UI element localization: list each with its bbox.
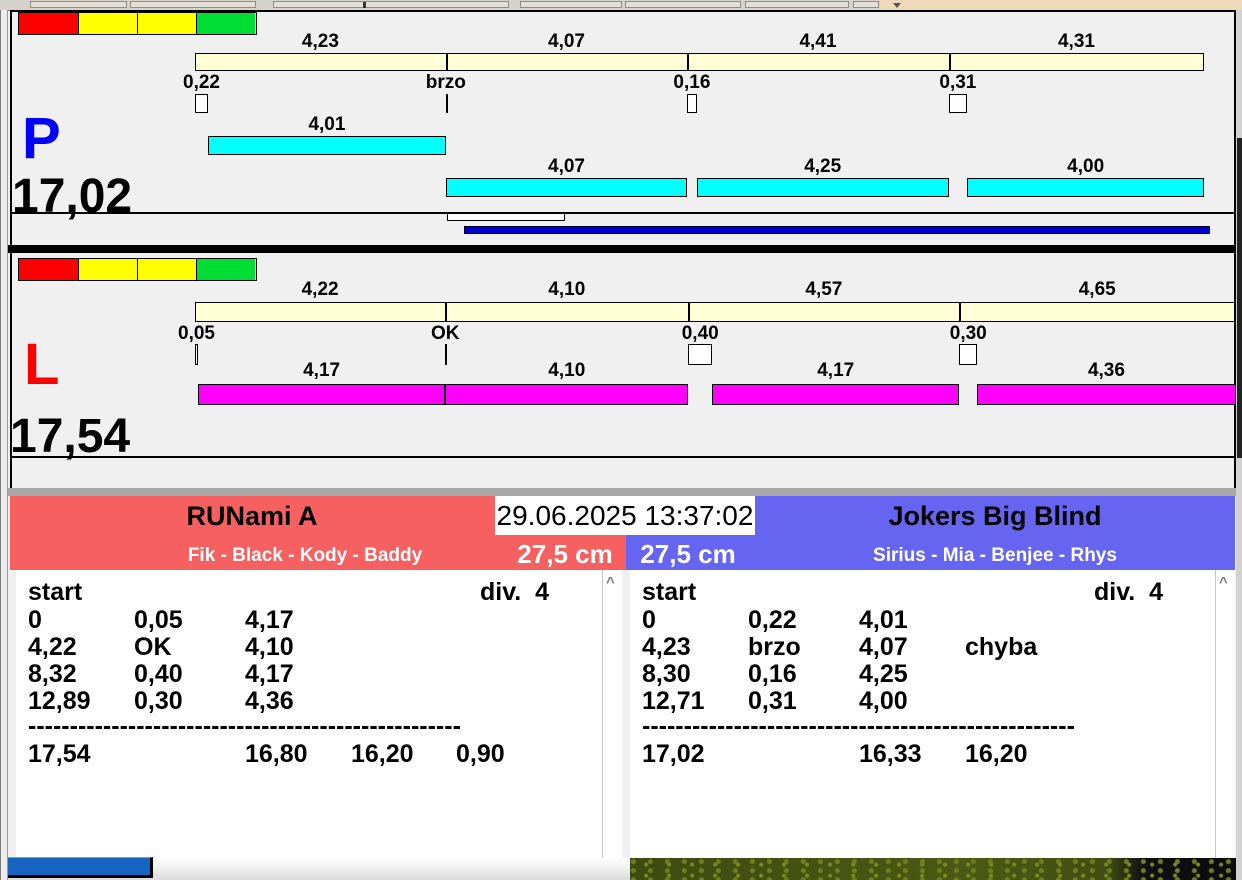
table-header-start: start xyxy=(28,578,83,606)
table-header-division: div. 4 xyxy=(1094,578,1164,606)
panel-divider-line-p xyxy=(10,212,1236,214)
start-light-yellow xyxy=(137,259,196,280)
start-light-green xyxy=(196,13,255,34)
table-cell: 0,16 xyxy=(748,660,797,688)
table-header-start: start xyxy=(642,578,697,606)
table-cell: 0,22 xyxy=(748,606,797,634)
background-button-fragment xyxy=(2,857,153,878)
table-total: 16,20 xyxy=(965,740,1028,768)
toolbar-glyph xyxy=(363,2,366,8)
lane-panel-p xyxy=(10,10,1236,245)
table-header-division: div. 4 xyxy=(480,578,550,606)
table-separator: ----------------------------------------… xyxy=(642,712,1075,740)
table-cell: 4,23 xyxy=(642,633,691,661)
team-dogs-right: Sirius - Mia - Benjee - Rhys xyxy=(873,545,1117,566)
toolbar-segment[interactable] xyxy=(625,1,741,8)
table-cell: 4,01 xyxy=(859,606,908,634)
team-name-left: RUNami A xyxy=(186,501,318,531)
table-cell: 0,40 xyxy=(134,660,183,688)
toolbar-segment[interactable] xyxy=(30,1,127,8)
table-cell: 4,10 xyxy=(245,633,294,661)
start-light-yellow xyxy=(137,13,196,34)
lane-total-l: 17,54 xyxy=(10,410,131,463)
table-cell: OK xyxy=(134,633,172,661)
table-cell: 0 xyxy=(642,606,656,634)
table-total: 0,90 xyxy=(456,740,505,768)
table-cell: 0 xyxy=(28,606,42,634)
window-frame-left xyxy=(0,10,8,880)
table-cell: 0,05 xyxy=(134,606,183,634)
result-table-right: start div. 4 0 0,22 4,01 4,23 brzo 4,07 chyba 8,3… xyxy=(630,570,1235,858)
jump-height-left: 27,5 cm xyxy=(517,539,613,569)
start-light-red xyxy=(19,259,78,280)
app-window: 4,23 0,22 4,01 4,07 brzo 4,07 4,41 0,16 4,25 4,31… xyxy=(0,0,1242,880)
progress-bar xyxy=(464,226,1210,234)
table-cell: 8,32 xyxy=(28,660,77,688)
scrollbar-divider xyxy=(602,570,603,858)
lane-letter-p: P xyxy=(22,106,61,171)
table-cell: 8,30 xyxy=(642,660,691,688)
table-total: 17,54 xyxy=(28,740,91,768)
table-cell: 4,22 xyxy=(28,633,77,661)
table-total: 16,33 xyxy=(859,740,922,768)
video-preview xyxy=(630,858,1242,880)
panel-divider-line-l xyxy=(10,456,1236,458)
scroll-up-icon[interactable]: ^ xyxy=(606,574,615,591)
start-light-green xyxy=(196,259,255,280)
table-separator: ----------------------------------------… xyxy=(28,712,461,740)
table-total: 16,20 xyxy=(351,740,414,768)
lane-panel-l xyxy=(10,253,1236,488)
section-strip xyxy=(8,488,1238,496)
scrollbar-divider xyxy=(1215,570,1216,858)
start-light-yellow xyxy=(78,259,137,280)
start-lights-p xyxy=(18,12,257,35)
result-table-left: start div. 4 0 0,05 4,17 4,22 OK 4,10 8,32 0,40 4,… xyxy=(16,570,622,858)
table-cell: brzo xyxy=(748,633,801,661)
toolbar-segment[interactable] xyxy=(520,1,622,8)
table-total: 16,80 xyxy=(245,740,308,768)
lane-separator xyxy=(8,245,1238,253)
start-light-yellow xyxy=(78,13,137,34)
table-cell: 4,25 xyxy=(859,660,908,688)
toolbar-segment[interactable] xyxy=(853,1,879,8)
progress-marker-box xyxy=(447,213,565,221)
table-total: 17,02 xyxy=(642,740,705,768)
jump-height-right: 27,5 cm xyxy=(640,539,736,569)
table-cell: chyba xyxy=(965,633,1038,661)
clock-display: 29.06.2025 13:37:02 xyxy=(495,496,755,535)
table-cell: 4,07 xyxy=(859,633,908,661)
table-cell: 4,17 xyxy=(245,660,294,688)
table-cell: 4,17 xyxy=(245,606,294,634)
team-name-right: Jokers Big Blind xyxy=(888,501,1102,531)
lane-letter-l: L xyxy=(24,332,60,397)
scroll-up-icon[interactable]: ^ xyxy=(1219,574,1228,591)
toolbar-segment[interactable] xyxy=(745,1,849,8)
start-lights-l xyxy=(18,258,257,281)
window-frame-right-dark xyxy=(1237,138,1242,458)
start-light-red xyxy=(19,13,78,34)
dropdown-arrow-icon xyxy=(893,3,901,8)
toolbar-segment[interactable] xyxy=(130,1,256,8)
team-dogs-left: Fik - Black - Kody - Baddy xyxy=(187,545,423,566)
toolbar-segment[interactable] xyxy=(273,1,509,8)
